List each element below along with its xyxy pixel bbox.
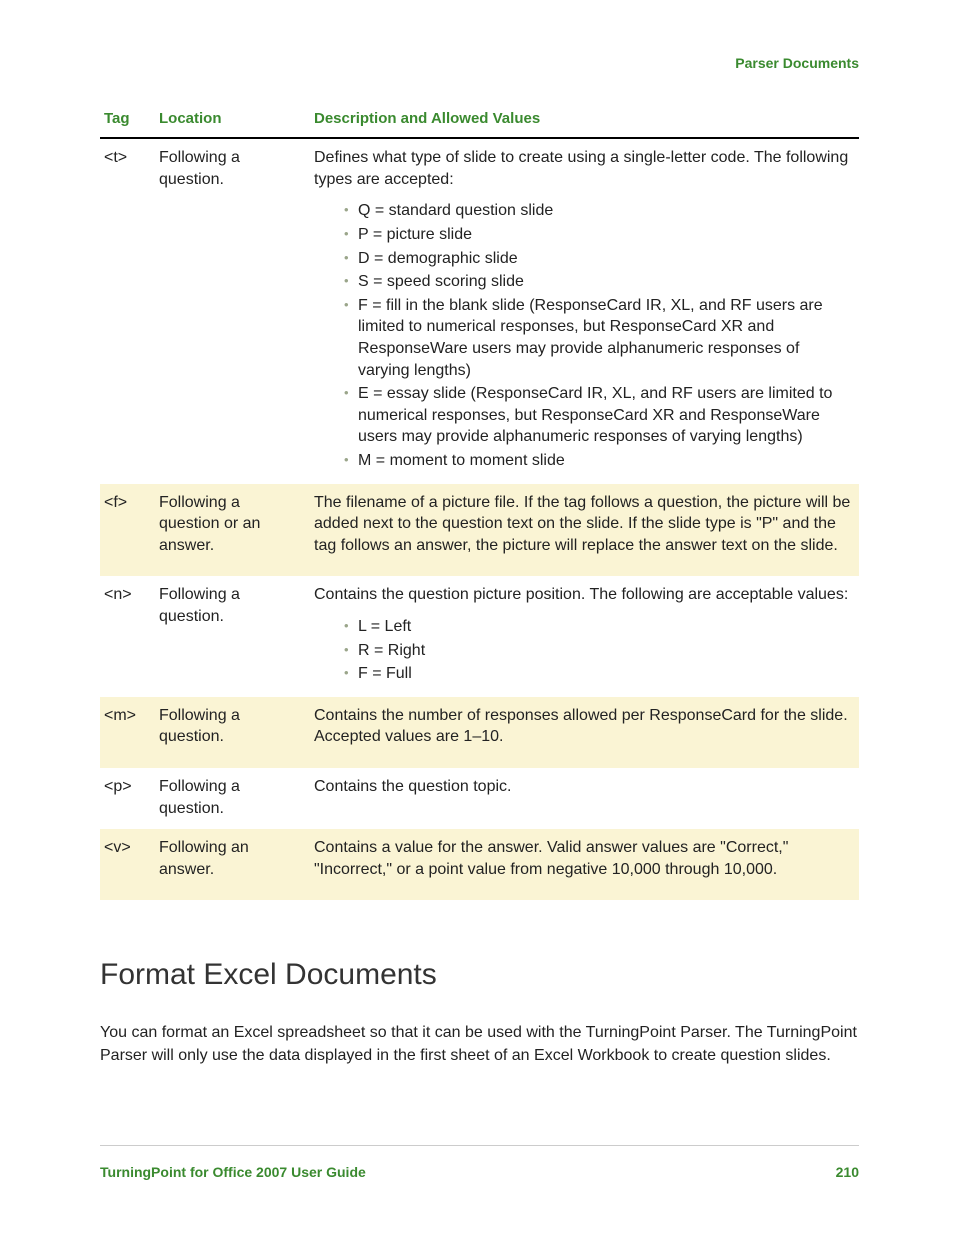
list-item: F = fill in the blank slide (ResponseCar… <box>344 295 851 381</box>
section-heading: Format Excel Documents <box>100 958 859 992</box>
description-text: The filename of a picture file. If the t… <box>314 492 851 557</box>
list-item: Q = standard question slide <box>344 200 851 222</box>
bullet-list: L = LeftR = RightF = Full <box>314 616 851 685</box>
cell-tag: <n> <box>100 576 155 696</box>
cell-description: Contains a value for the answer. Valid a… <box>310 829 859 900</box>
running-header: Parser Documents <box>100 55 859 71</box>
description-text: Contains a value for the answer. Valid a… <box>314 837 851 880</box>
list-item: E = essay slide (ResponseCard IR, XL, an… <box>344 383 851 448</box>
cell-description: Contains the question topic. <box>310 768 859 829</box>
cell-location: Following a question. <box>155 576 310 696</box>
cell-description: Defines what type of slide to create usi… <box>310 138 859 483</box>
table-row: <v>Following an answer.Contains a value … <box>100 829 859 900</box>
col-header-location: Location <box>155 103 310 138</box>
bullet-list: Q = standard question slideP = picture s… <box>314 200 851 471</box>
cell-description: Contains the number of responses allowed… <box>310 697 859 768</box>
cell-location: Following a question. <box>155 697 310 768</box>
col-header-tag: Tag <box>100 103 155 138</box>
cell-location: Following a question. <box>155 768 310 829</box>
table-row: <n>Following a question.Contains the que… <box>100 576 859 696</box>
page-footer: TurningPoint for Office 2007 User Guide … <box>100 1145 859 1180</box>
description-text: Contains the question topic. <box>314 776 851 798</box>
table-row: <p>Following a question.Contains the que… <box>100 768 859 829</box>
list-item: L = Left <box>344 616 851 638</box>
list-item: F = Full <box>344 663 851 685</box>
cell-location: Following a question. <box>155 138 310 483</box>
cell-tag: <p> <box>100 768 155 829</box>
description-text: Defines what type of slide to create usi… <box>314 147 851 190</box>
cell-location: Following an answer. <box>155 829 310 900</box>
table-row: <f>Following a question or an answer.The… <box>100 484 859 577</box>
list-item: M = moment to moment slide <box>344 450 851 472</box>
footer-title: TurningPoint for Office 2007 User Guide <box>100 1164 366 1180</box>
cell-location: Following a question or an answer. <box>155 484 310 577</box>
description-text: Contains the question picture position. … <box>314 584 851 606</box>
cell-description: Contains the question picture position. … <box>310 576 859 696</box>
col-header-desc: Description and Allowed Values <box>310 103 859 138</box>
cell-tag: <v> <box>100 829 155 900</box>
table-row: <m>Following a question.Contains the num… <box>100 697 859 768</box>
table-row: <t>Following a question.Defines what typ… <box>100 138 859 483</box>
cell-tag: <m> <box>100 697 155 768</box>
list-item: D = demographic slide <box>344 248 851 270</box>
footer-page-number: 210 <box>836 1164 859 1180</box>
cell-tag: <t> <box>100 138 155 483</box>
tags-table: Tag Location Description and Allowed Val… <box>100 103 859 900</box>
cell-description: The filename of a picture file. If the t… <box>310 484 859 577</box>
list-item: P = picture slide <box>344 224 851 246</box>
section-body: You can format an Excel spreadsheet so t… <box>100 1022 859 1067</box>
list-item: S = speed scoring slide <box>344 271 851 293</box>
description-text: Contains the number of responses allowed… <box>314 705 851 748</box>
cell-tag: <f> <box>100 484 155 577</box>
list-item: R = Right <box>344 640 851 662</box>
